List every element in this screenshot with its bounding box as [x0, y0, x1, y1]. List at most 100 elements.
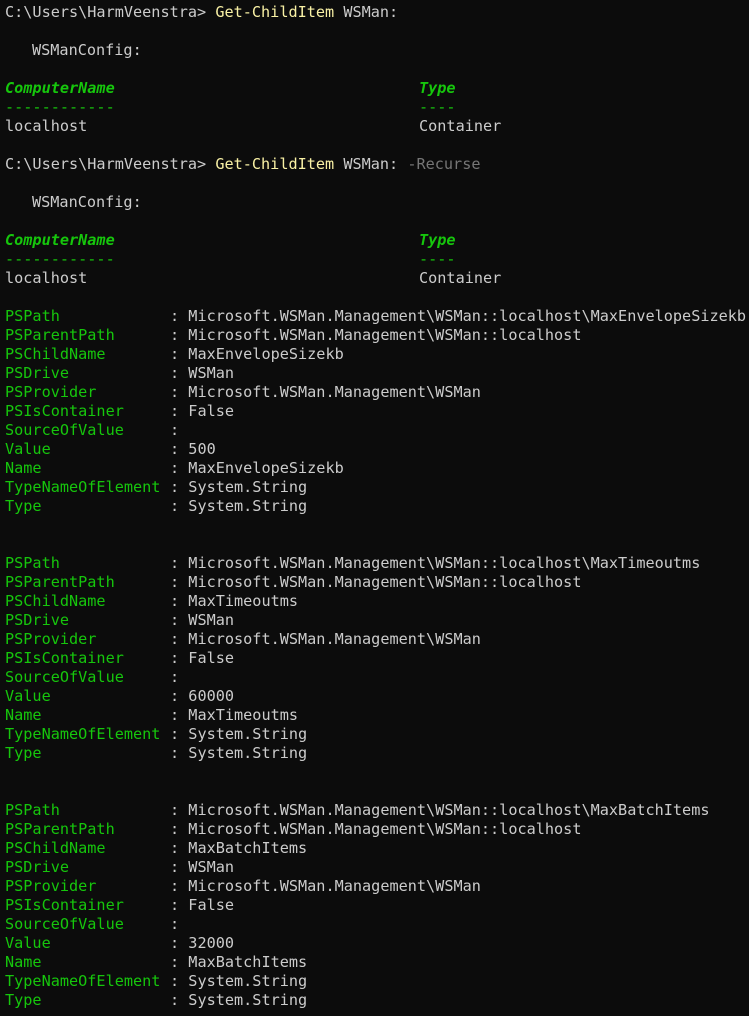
property-row: SourceOfValue: [5, 668, 749, 687]
property-row: PSDrive: WSMan [5, 858, 749, 877]
property-row: PSParentPath: Microsoft.WSMan.Management… [5, 573, 749, 592]
property-value: MaxEnvelopeSizekb [188, 345, 344, 363]
property-value: System.String [188, 744, 308, 762]
property-key: PSChildName [5, 345, 106, 363]
separator: : [170, 896, 189, 914]
property-value: Microsoft.WSMan.Management\WSMan [188, 383, 481, 401]
property-value: MaxEnvelopeSizekb [188, 459, 344, 477]
property-row: Type: System.String [5, 497, 749, 516]
separator: : [170, 611, 189, 629]
table-header-underline: ------------ ---- [5, 250, 749, 269]
separator: : [170, 383, 189, 401]
column-underline-computername: ------------ [5, 98, 115, 116]
separator: : [170, 421, 189, 439]
property-row: PSChildName: MaxBatchItems [5, 839, 749, 858]
separator: : [170, 307, 189, 325]
cmdlet: Get-ChildItem [215, 155, 335, 173]
separator: : [170, 573, 189, 591]
property-value: 32000 [188, 934, 235, 952]
property-value: Microsoft.WSMan.Management\WSMan::localh… [188, 554, 701, 572]
property-value: MaxBatchItems [188, 953, 308, 971]
table-header: ComputerName Type [5, 79, 749, 98]
terminal-output[interactable]: C:\Users\HarmVeenstra> Get-ChildItem WSM… [5, 3, 749, 1010]
separator: : [170, 934, 189, 952]
cmdlet: Get-ChildItem [215, 3, 335, 21]
argument: WSMan: [334, 155, 408, 173]
property-row: TypeNameOfElement: System.String [5, 725, 749, 744]
separator: : [170, 991, 189, 1009]
property-key: PSIsContainer [5, 649, 124, 667]
property-row: PSPath: Microsoft.WSMan.Management\WSMan… [5, 554, 749, 573]
property-value: WSMan [188, 611, 235, 629]
property-key: PSPath [5, 554, 60, 572]
property-row: SourceOfValue: [5, 915, 749, 934]
property-row: PSDrive: WSMan [5, 364, 749, 383]
column-header-type: Type [419, 231, 456, 249]
property-row: PSIsContainer: False [5, 402, 749, 421]
prompt: C:\Users\HarmVeenstra> [5, 3, 216, 21]
property-row: PSIsContainer: False [5, 649, 749, 668]
property-key: PSProvider [5, 630, 97, 648]
column-header-computername: ComputerName [5, 79, 115, 97]
property-value: Microsoft.WSMan.Management\WSMan [188, 877, 481, 895]
separator: : [170, 649, 189, 667]
separator: : [170, 744, 189, 762]
property-key: Name [5, 706, 42, 724]
separator: : [170, 459, 189, 477]
property-value: System.String [188, 497, 308, 515]
separator: : [170, 554, 189, 572]
property-row: PSParentPath: Microsoft.WSMan.Management… [5, 326, 749, 345]
property-key: SourceOfValue [5, 421, 124, 439]
separator: : [170, 915, 189, 933]
property-row: PSPath: Microsoft.WSMan.Management\WSMan… [5, 307, 749, 326]
property-row: PSPath: Microsoft.WSMan.Management\WSMan… [5, 801, 749, 820]
separator: : [170, 592, 189, 610]
separator: : [170, 820, 189, 838]
property-row: PSParentPath: Microsoft.WSMan.Management… [5, 820, 749, 839]
property-key: SourceOfValue [5, 915, 124, 933]
property-value: System.String [188, 991, 308, 1009]
property-value: MaxBatchItems [188, 839, 308, 857]
separator: : [170, 839, 189, 857]
table-row: localhost Container [5, 269, 749, 288]
separator: : [170, 972, 189, 990]
property-row: PSDrive: WSMan [5, 611, 749, 630]
property-row: TypeNameOfElement: System.String [5, 972, 749, 991]
separator: : [170, 440, 189, 458]
container-label: WSManConfig: [32, 41, 142, 59]
property-value: System.String [188, 478, 308, 496]
separator: : [170, 364, 189, 382]
property-row: PSProvider: Microsoft.WSMan.Management\W… [5, 877, 749, 896]
property-key: PSParentPath [5, 326, 115, 344]
property-key: TypeNameOfElement [5, 972, 161, 990]
property-value: 500 [188, 440, 216, 458]
property-key: PSProvider [5, 383, 97, 401]
property-key: TypeNameOfElement [5, 725, 161, 743]
separator: : [170, 326, 189, 344]
property-key: TypeNameOfElement [5, 478, 161, 496]
command-line-1: C:\Users\HarmVeenstra> Get-ChildItem WSM… [5, 3, 749, 22]
property-value: 60000 [188, 687, 235, 705]
property-row: PSProvider: Microsoft.WSMan.Management\W… [5, 630, 749, 649]
property-value: WSMan [188, 858, 235, 876]
separator: : [170, 402, 189, 420]
column-underline-type: ---- [419, 250, 456, 268]
command-line-2: C:\Users\HarmVeenstra> Get-ChildItem WSM… [5, 155, 749, 174]
property-key: Name [5, 953, 42, 971]
property-key: PSPath [5, 801, 60, 819]
property-value: System.String [188, 972, 308, 990]
property-value: MaxTimeoutms [188, 592, 299, 610]
property-value: System.String [188, 725, 308, 743]
table-header-underline: ------------ ---- [5, 98, 749, 117]
property-key: PSDrive [5, 364, 70, 382]
property-row: Value: 60000 [5, 687, 749, 706]
separator: : [170, 877, 189, 895]
cell-type: Container [419, 269, 502, 287]
property-row: PSChildName: MaxEnvelopeSizekb [5, 345, 749, 364]
column-header-computername: ComputerName [5, 231, 115, 249]
